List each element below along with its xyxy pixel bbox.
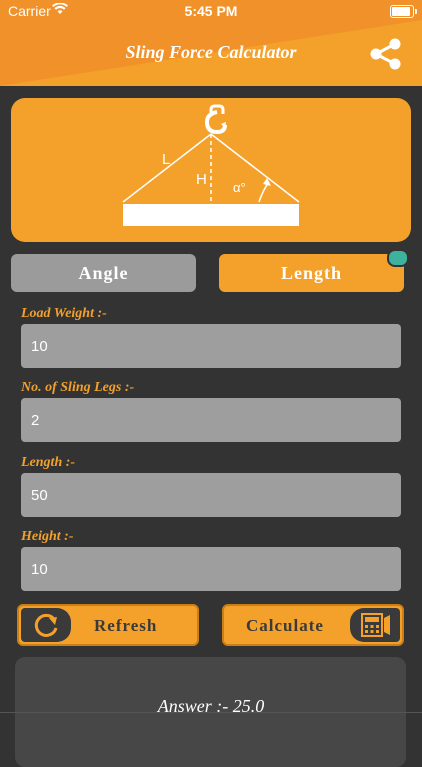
angle-mode-label: Angle xyxy=(78,262,129,283)
divider xyxy=(0,712,422,713)
length-field[interactable]: 50 xyxy=(21,473,401,517)
status-bar: Carrier 5:45 PM xyxy=(0,0,422,22)
angle-mode-button[interactable]: Angle xyxy=(11,254,196,292)
answer-text: Answer :- 25.0 xyxy=(157,696,265,716)
length-mode-label: Length xyxy=(280,262,342,283)
length-label: Length :- xyxy=(21,455,76,470)
battery-icon xyxy=(390,5,417,18)
height-field[interactable]: 10 xyxy=(21,547,401,591)
selected-indicator xyxy=(387,249,409,267)
angle-symbol: α° xyxy=(233,180,246,195)
clock: 5:45 PM xyxy=(184,3,238,19)
sling-diagram: L H α° xyxy=(122,104,300,226)
refresh-button[interactable]: Refresh xyxy=(17,604,199,646)
sling-legs-label: No. of Sling Legs :- xyxy=(21,380,135,395)
refresh-label: Refresh xyxy=(94,616,158,635)
length-symbol: L xyxy=(162,151,170,168)
load-weight-label: Load Weight :- xyxy=(21,306,107,321)
page-title: Sling Force Calculator xyxy=(125,42,297,62)
calculate-label: Calculate xyxy=(246,616,324,635)
calculate-button[interactable]: Calculate xyxy=(222,604,404,646)
height-label: Height :- xyxy=(21,529,74,544)
share-icon[interactable] xyxy=(368,38,404,70)
sling-legs-field[interactable]: 2 xyxy=(21,398,401,442)
calculator-icon xyxy=(350,608,400,642)
app-header: Carrier 5:45 PM Sling Force Calculator xyxy=(0,0,422,86)
load-weight-field[interactable]: 10 xyxy=(21,324,401,368)
sling-diagram-card: L H α° xyxy=(11,98,411,242)
length-mode-button[interactable]: Length xyxy=(219,254,404,292)
height-symbol: H xyxy=(196,171,207,188)
refresh-icon xyxy=(21,608,71,642)
